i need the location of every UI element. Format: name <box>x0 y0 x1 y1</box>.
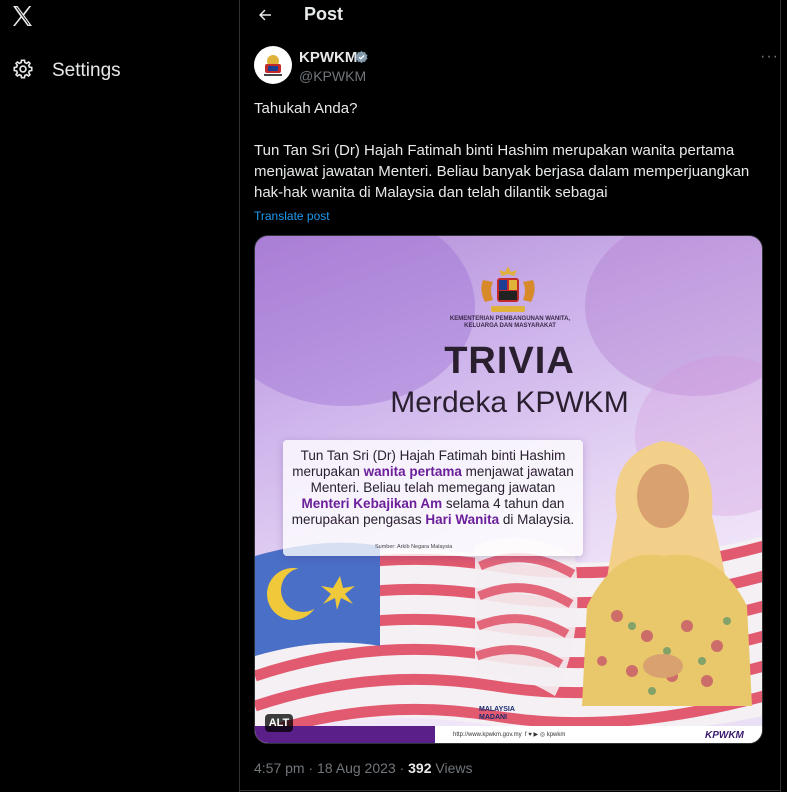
social-icons: f ♥ ▶ ◎ <box>524 732 546 738</box>
sidebar: Settings <box>0 0 239 792</box>
info-text-box: Tun Tan Sri (Dr) Hajah Fatimah binti Has… <box>283 440 583 556</box>
page-title: Post <box>304 4 344 24</box>
post-text-line-1: Tahukah Anda? <box>254 100 358 117</box>
media-subheadline: Merdeka KPWKM <box>390 386 629 419</box>
main-right-divider <box>780 0 781 792</box>
media-footer-bar: http://www.kpwkm.gov.my f ♥ ▶ ◎ kpwkm KP… <box>255 726 762 743</box>
gear-icon <box>12 58 34 85</box>
post-text: Tahukah Anda? Tun Tan Sri (Dr) Hajah Fat… <box>254 98 764 203</box>
source-caption: Sumber: Arkib Negara Malaysia <box>375 544 453 550</box>
translate-post-link[interactable]: Translate post <box>254 209 330 223</box>
malaysia-madani-logo: MALAYSIA MADANI <box>479 706 515 721</box>
back-button[interactable] <box>254 4 276 26</box>
views-label: Views <box>435 760 473 776</box>
post-time[interactable]: 4:57 pm <box>254 760 305 776</box>
post-metadata: 4:57 pm · 18 Aug 2023 · 392 Views <box>254 760 473 776</box>
more-options-button[interactable]: ··· <box>760 48 779 66</box>
sidebar-item-settings-label: Settings <box>52 60 121 81</box>
post-author-row: KPWKM @KPWKM ··· <box>254 46 778 90</box>
media-headline: TRIVIA <box>444 340 575 382</box>
media-url-text: http://www.kpwkm.gov.my f ♥ ▶ ◎ kpwkm <box>453 732 566 738</box>
post-media-image[interactable]: KEMENTERIAN PEMBANGUNAN WANITA, KELUARGA… <box>254 235 763 744</box>
views-count: 392 <box>408 760 432 776</box>
x-logo-icon[interactable] <box>10 4 34 28</box>
author-display-name[interactable]: KPWKM <box>299 49 357 66</box>
portrait-illustration <box>577 426 757 706</box>
post-date[interactable]: 18 Aug 2023 <box>317 760 396 776</box>
ministry-name: KEMENTERIAN PEMBANGUNAN WANITA, KELUARGA… <box>449 316 571 329</box>
main-column: Post KPWKM @KPWKM ··· Tahukah Anda? Tun … <box>240 0 780 792</box>
sidebar-item-settings[interactable]: Settings <box>8 54 125 88</box>
app-root: Settings Post KPWKM @KPWKM ··· Tahukah A… <box>0 0 787 792</box>
post-text-paragraph-2: Tun Tan Sri (Dr) Hajah Fatimah binti Has… <box>254 142 750 201</box>
arrow-left-icon <box>259 9 271 21</box>
media-brand-tag: KPWKM <box>705 730 744 741</box>
alt-text-badge[interactable]: ALT <box>265 714 293 732</box>
coat-of-arms-icon <box>477 264 539 318</box>
avatar[interactable] <box>254 46 292 84</box>
page-header: Post <box>240 0 780 32</box>
author-handle[interactable]: @KPWKM <box>299 68 366 84</box>
verified-badge-icon <box>354 50 369 65</box>
ellipsis-icon: ··· <box>760 48 779 65</box>
meta-divider <box>240 790 780 791</box>
